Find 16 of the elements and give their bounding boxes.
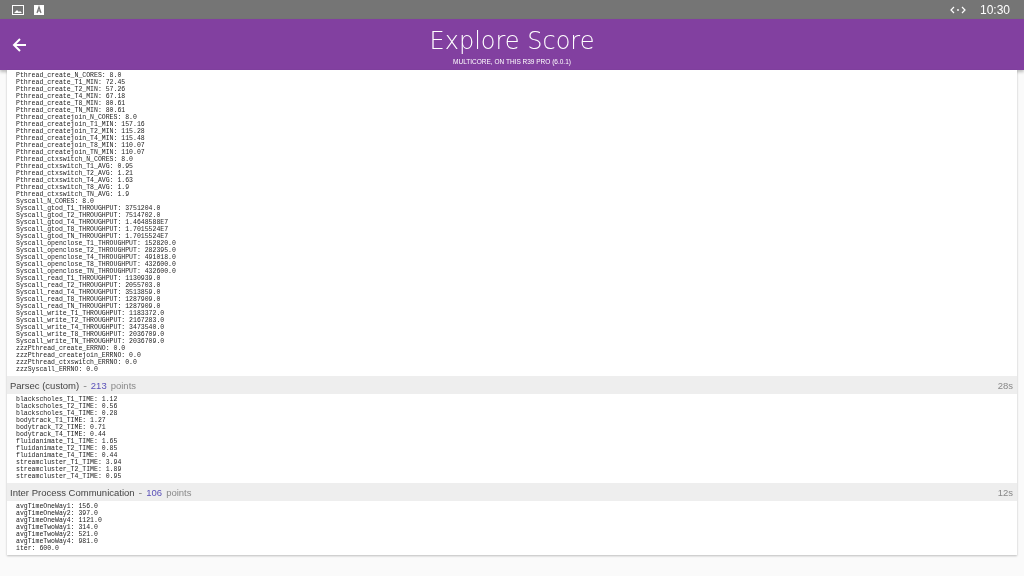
- duration-text: 12s: [997, 486, 1013, 498]
- font-icon: [34, 4, 44, 15]
- section-title: Inter Process Communication: [10, 486, 135, 498]
- image-icon: [12, 4, 24, 15]
- screen-title: Explore Score: [429, 27, 595, 55]
- points-value: 106: [146, 486, 163, 498]
- points-label: points: [166, 486, 192, 498]
- clock-time: 10:30: [979, 2, 1010, 17]
- back-arrow-icon: [12, 36, 28, 53]
- separator-dash: -: [83, 379, 87, 391]
- duration-text: 28s: [997, 379, 1013, 391]
- separator-dash: -: [138, 486, 143, 498]
- points-label: points: [110, 379, 137, 391]
- arrows-icon: [949, 4, 966, 15]
- section-title: Parsec (custom): [10, 379, 80, 391]
- points-value: 213: [90, 379, 107, 391]
